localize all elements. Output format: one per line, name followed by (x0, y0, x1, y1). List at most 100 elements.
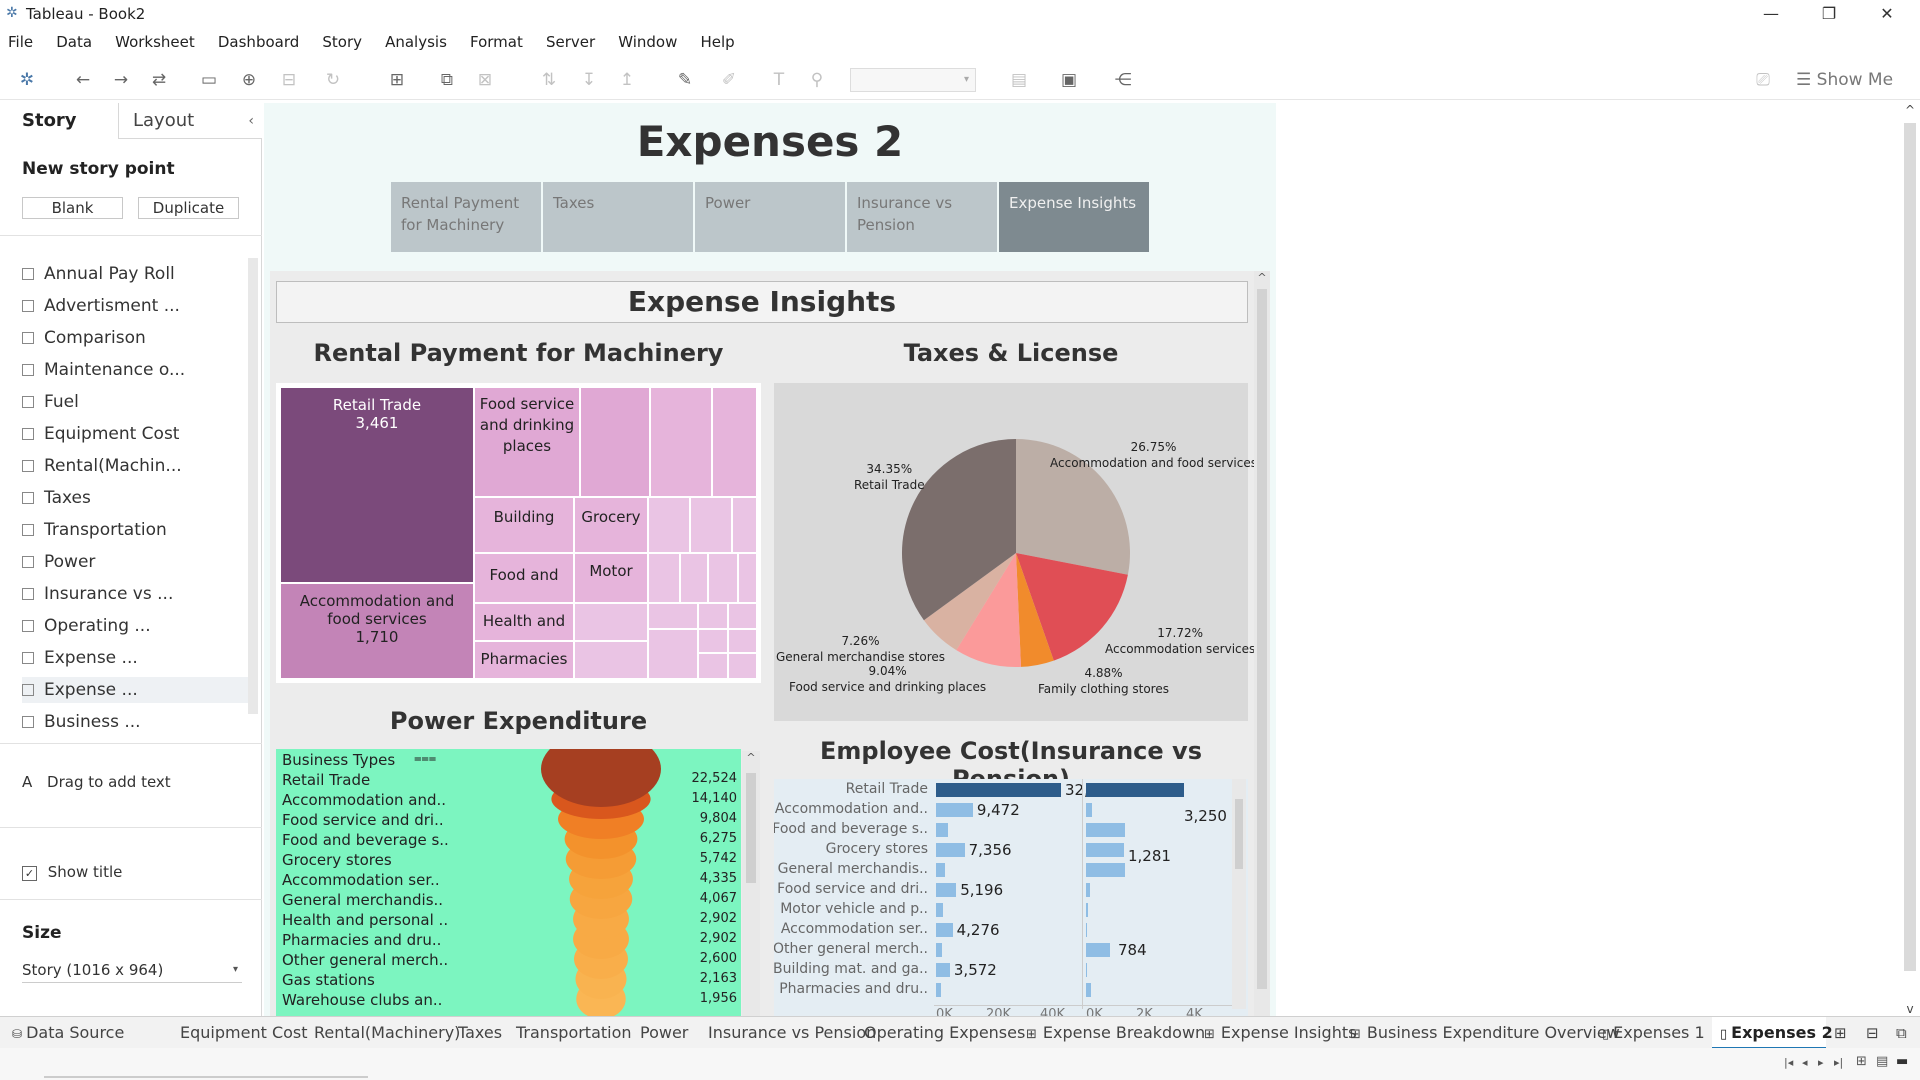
power-expenditure-table[interactable]: Business Types ⩶ Retail Trade 22,524 Accom… (276, 749, 741, 1016)
insurance-bar[interactable] (936, 903, 943, 917)
pension-bar[interactable] (1086, 983, 1092, 997)
scroll-thumb[interactable] (1235, 799, 1243, 869)
pause-updates-icon[interactable]: ⊟ (276, 67, 302, 93)
story-point-taxes[interactable]: Taxes (543, 182, 693, 252)
sheet-item[interactable]: Insurance vs ... (22, 581, 252, 607)
sheet-item[interactable]: Annual Pay Roll (22, 261, 252, 287)
fix-axes-icon[interactable]: ⚲ (804, 67, 830, 93)
scroll-thumb[interactable] (746, 773, 756, 883)
treemap-cell[interactable] (574, 641, 648, 679)
undo-icon[interactable]: ← (70, 67, 96, 93)
treemap-food-service[interactable]: Food service and drinking places (474, 387, 580, 497)
sheet-item[interactable]: Power (22, 549, 252, 575)
menu-data[interactable]: Data (56, 28, 92, 51)
scroll-thumb[interactable] (1904, 123, 1916, 971)
treemap-accommodation[interactable]: Accommodation and food services 1,710 (280, 583, 474, 679)
grid-view-icon[interactable]: ⊞ (1856, 1054, 1867, 1069)
pension-bar[interactable] (1086, 863, 1125, 877)
insurance-bar[interactable] (936, 843, 965, 857)
sheet-item[interactable]: Taxes (22, 485, 252, 511)
story-point-rental[interactable]: Rental Payment for Machinery (391, 182, 541, 252)
scroll-up-icon[interactable]: ^ (1254, 271, 1270, 284)
fit-dropdown[interactable]: ▾ (850, 68, 976, 92)
menu-analysis[interactable]: Analysis (385, 28, 447, 51)
treemap-cell[interactable] (698, 603, 728, 629)
sheet-item[interactable]: Equipment Cost (22, 421, 252, 447)
sheet-list-scrollbar[interactable] (248, 258, 258, 714)
sheet-tab[interactable]: ▯ Expenses 1 (1594, 1017, 1705, 1049)
sheet-item[interactable]: Business ... (22, 709, 252, 735)
close-button[interactable]: ✕ (1858, 0, 1916, 28)
insurance-bar[interactable] (936, 823, 949, 837)
sheet-item[interactable]: Maintenance o... (22, 357, 252, 383)
power-row[interactable]: Accommodation and.. 14,140 (282, 791, 737, 811)
sort-descending-icon[interactable]: ↥ (614, 67, 640, 93)
insurance-bar[interactable] (936, 783, 1061, 797)
tab-story[interactable]: Story (0, 103, 118, 139)
treemap-cell[interactable] (648, 553, 680, 603)
treemap-building[interactable]: Building (474, 497, 574, 553)
pension-bar[interactable] (1086, 783, 1184, 797)
sheet-tab[interactable]: Insurance vs Pension (700, 1017, 876, 1049)
sort-ascending-icon[interactable]: ↧ (576, 67, 602, 93)
treemap-cell[interactable] (738, 553, 757, 603)
window-scrollbar[interactable]: ^ v (1900, 103, 1920, 1016)
power-row[interactable]: Accommodation ser.. 4,335 (282, 871, 737, 891)
treemap-cell[interactable] (648, 497, 690, 553)
sheet-tab[interactable]: ⊞ Expense Breakdown (1018, 1017, 1205, 1049)
treemap-cell[interactable] (708, 553, 738, 603)
new-worksheet-icon[interactable]: ⊞ (1834, 1017, 1858, 1049)
treemap-cell[interactable] (648, 603, 698, 629)
power-row[interactable]: Warehouse clubs an.. 1,956 (282, 991, 737, 1011)
menu-help[interactable]: Help (700, 28, 734, 51)
size-dropdown[interactable]: Story (1016 x 964) ▾ (22, 959, 242, 983)
power-row[interactable]: Food and beverage s.. 6,275 (282, 831, 737, 851)
labels-icon[interactable]: T (766, 67, 792, 93)
power-scrollbar[interactable]: ^ (742, 751, 760, 1016)
sheet-tab[interactable]: Operating Expenses (856, 1017, 1025, 1049)
sheet-tab[interactable]: Taxes (450, 1017, 502, 1049)
employee-scrollbar[interactable] (1232, 779, 1246, 1009)
new-story-icon[interactable]: ⧉ (1896, 1017, 1920, 1049)
power-row[interactable]: Food service and dri.. 9,804 (282, 811, 737, 831)
sheet-item[interactable]: Expense ... (22, 677, 252, 703)
swap-icon[interactable]: ⇅ (536, 67, 562, 93)
treemap-cell[interactable] (574, 603, 648, 641)
pension-bar[interactable] (1086, 823, 1125, 837)
sheet-item[interactable]: Operating ... (22, 613, 252, 639)
last-sheet-icon[interactable]: ▸| (1834, 1056, 1843, 1069)
scroll-up-icon[interactable]: ^ (1900, 103, 1920, 117)
treemap-retail-trade[interactable]: Retail Trade 3,461 (280, 387, 474, 583)
treemap-cell[interactable] (732, 497, 757, 553)
menu-server[interactable]: Server (546, 28, 595, 51)
sheet-tab[interactable]: Power (632, 1017, 694, 1049)
sheet-item[interactable]: Rental(Machin... (22, 453, 252, 479)
tabs-view-icon[interactable]: ▬ (1896, 1054, 1908, 1069)
treemap-cell[interactable] (728, 653, 757, 679)
treemap-cell[interactable] (698, 629, 728, 653)
scroll-thumb[interactable] (1257, 289, 1267, 989)
sheet-item[interactable]: Fuel (22, 389, 252, 415)
insurance-bar[interactable] (936, 803, 973, 817)
insurance-bar[interactable] (936, 983, 942, 997)
menu-story[interactable]: Story (322, 28, 362, 51)
next-sheet-icon[interactable]: ▸ (1818, 1056, 1824, 1069)
sheet-tab[interactable]: Rental(Machinery) (306, 1017, 460, 1049)
sheet-item[interactable]: Comparison (22, 325, 252, 351)
story-point-expense-insights[interactable]: Expense Insights (999, 182, 1149, 252)
duplicate-sheet-icon[interactable]: ⧉ (434, 67, 460, 93)
tableau-home-icon[interactable]: ✲ (14, 67, 40, 93)
treemap-cell[interactable] (648, 629, 698, 679)
group-icon[interactable]: ✐ (716, 67, 742, 93)
treemap-cell[interactable] (680, 553, 708, 603)
treemap-cell[interactable] (728, 629, 757, 653)
sheet-tab[interactable]: ⊞ Expense Insights (1196, 1017, 1356, 1049)
power-row[interactable]: Gas stations 2,163 (282, 971, 737, 991)
treemap-pharmacies[interactable]: Pharmacies (474, 641, 574, 679)
drag-text-item[interactable]: A Drag to add text (22, 773, 171, 791)
treemap-cell[interactable] (580, 387, 650, 497)
treemap-health[interactable]: Health and (474, 603, 574, 641)
tab-layout[interactable]: Layout ‹ (118, 103, 262, 139)
sheet-tab[interactable]: Transportation (508, 1017, 632, 1049)
employee-cost-chart[interactable]: Retail Trade32,138Accommodation and..9,4… (774, 779, 1248, 1016)
